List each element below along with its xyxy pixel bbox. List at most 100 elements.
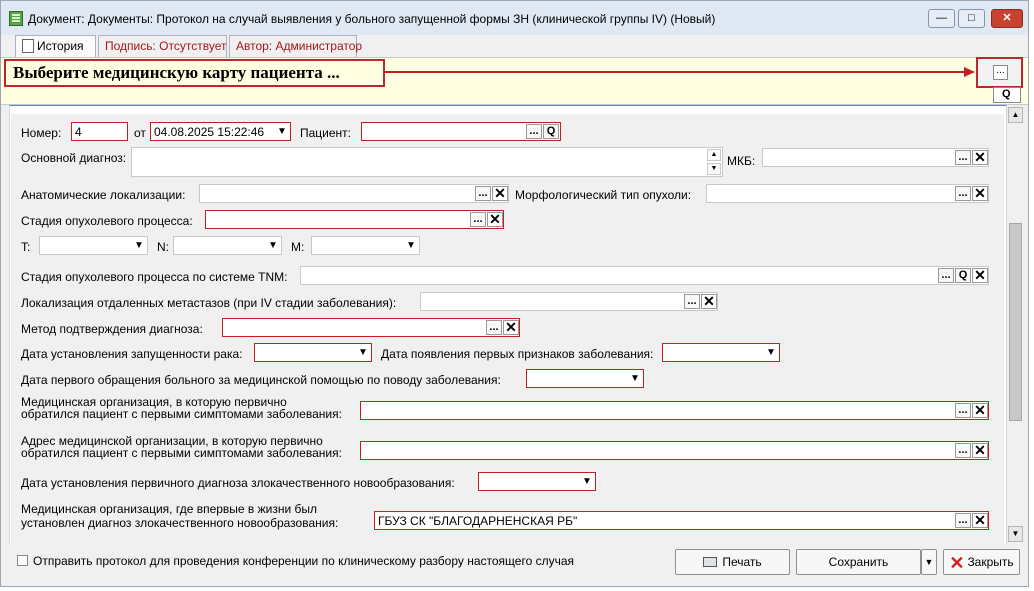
ellipsis-icon[interactable]: ... — [955, 186, 971, 201]
first-org-input[interactable]: ... ✕ — [360, 401, 989, 420]
m-select[interactable]: ▼ — [311, 236, 420, 255]
clear-icon[interactable]: ✕ — [503, 320, 519, 335]
patient-input[interactable]: ... Q — [361, 122, 561, 141]
n-select[interactable]: ▼ — [173, 236, 282, 255]
ellipsis-icon[interactable]: ... — [470, 212, 486, 227]
date-label: от — [134, 126, 146, 140]
dropdown-arrow-icon[interactable]: ▼ — [628, 371, 642, 386]
vertical-scrollbar[interactable]: ▲ ▼ — [1006, 105, 1023, 544]
clear-icon[interactable]: ✕ — [972, 150, 988, 165]
dropdown-arrow-icon[interactable]: ▼ — [580, 474, 594, 489]
diagnosis-org-label-line2: установлен диагноз злокачественного ново… — [21, 516, 339, 530]
printer-icon — [703, 556, 718, 567]
dropdown-arrow-icon[interactable]: ▼ — [356, 345, 370, 360]
date-input[interactable]: 04.08.2025 15:22:46 ▼ — [150, 122, 291, 141]
first-signs-date-input[interactable]: ▼ — [662, 343, 780, 362]
tab-history-label: История — [37, 39, 84, 53]
hint-arrow-head — [964, 67, 975, 77]
document-icon — [9, 11, 23, 26]
clear-icon[interactable]: ✕ — [972, 513, 988, 528]
ellipsis-icon[interactable]: ... — [486, 320, 502, 335]
first-signs-date-label: Дата появления первых признаков заболева… — [381, 347, 654, 361]
dropdown-arrow-icon[interactable]: ▼ — [404, 238, 418, 253]
mkb-label: МКБ: — [727, 154, 756, 168]
clear-icon[interactable]: ✕ — [487, 212, 503, 227]
clear-icon[interactable]: ✕ — [972, 186, 988, 201]
diagnosis-label: Основной диагноз: — [21, 151, 127, 165]
maximize-button[interactable]: □ — [958, 9, 985, 28]
tab-history[interactable]: История — [15, 35, 96, 57]
select-medical-card-prompt[interactable]: Выберите медицинскую карту пациента ... — [4, 59, 385, 87]
t-select[interactable]: ▼ — [39, 236, 148, 255]
window-title: Документ: Документы: Протокол на случай … — [28, 12, 716, 26]
conference-checkbox-label: Отправить протокол для проведения конфер… — [33, 554, 574, 568]
number-input[interactable]: 4 — [71, 122, 128, 141]
scroll-down-button[interactable]: ▼ — [1008, 526, 1023, 542]
card-search-button[interactable]: Q — [993, 87, 1021, 103]
history-icon — [22, 38, 34, 53]
neglect-date-label: Дата установления запущенности рака: — [21, 347, 243, 361]
close-button-label: Закрыть — [967, 555, 1014, 569]
metastases-input[interactable]: ... ✕ — [420, 292, 718, 311]
dropdown-arrow-icon: ▼ — [924, 557, 934, 567]
anatomical-label: Анатомические локализации: — [21, 188, 186, 202]
clear-icon[interactable]: ✕ — [972, 268, 988, 283]
method-input[interactable]: ... ✕ — [222, 318, 520, 337]
ellipsis-icon[interactable]: ... — [938, 268, 954, 283]
mkb-input[interactable]: ... ✕ — [762, 148, 989, 167]
ellipsis-icon[interactable]: ... — [955, 443, 971, 458]
clear-icon[interactable]: ✕ — [701, 294, 717, 309]
author-label: Автор: Администратор — [236, 39, 363, 53]
t-label: T: — [21, 240, 31, 254]
neglect-date-input[interactable]: ▼ — [254, 343, 372, 362]
minimize-button[interactable]: — — [928, 9, 955, 28]
first-org-address-label-line2: обратился пациент с первыми симптомами з… — [21, 446, 342, 460]
tnm-stage-label: Стадия опухолевого процесса по системе T… — [21, 270, 288, 284]
number-value: 4 — [75, 125, 82, 139]
stage-input[interactable]: ... ✕ — [205, 210, 504, 229]
metastases-label: Локализация отдаленных метастазов (при I… — [21, 296, 397, 310]
form-panel: Номер: 4 от 04.08.2025 15:22:46 ▼ Пациент… — [11, 114, 1004, 544]
n-label: N: — [157, 240, 169, 254]
tab-author[interactable]: Автор: Администратор — [229, 35, 362, 57]
conference-checkbox[interactable] — [17, 555, 28, 566]
ellipsis-icon[interactable]: ... — [955, 403, 971, 418]
scroll-down-icon[interactable]: ▼ — [707, 163, 721, 175]
primary-diagnosis-date-input[interactable]: ▼ — [478, 472, 596, 491]
dropdown-arrow-icon[interactable]: ▼ — [132, 238, 146, 253]
first-visit-date-input[interactable]: ▼ — [526, 369, 644, 388]
ellipsis-icon[interactable]: ... — [955, 150, 971, 165]
clear-icon[interactable]: ✕ — [492, 186, 508, 201]
morphology-input[interactable]: ... ✕ — [706, 184, 989, 203]
tnm-stage-input[interactable]: ... Q ✕ — [300, 266, 989, 285]
first-org-address-input[interactable]: ... ✕ — [360, 441, 989, 460]
dropdown-arrow-icon[interactable]: ▼ — [275, 124, 289, 139]
ellipsis-icon[interactable]: ... — [955, 513, 971, 528]
clear-icon[interactable]: ✕ — [972, 443, 988, 458]
close-window-button[interactable]: ✕ — [991, 9, 1023, 28]
clear-icon[interactable]: ✕ — [972, 403, 988, 418]
scroll-up-icon[interactable]: ▲ — [707, 149, 721, 161]
scroll-up-button[interactable]: ▲ — [1008, 107, 1023, 123]
first-org-label-line2: обратился пациент с первыми симптомами з… — [21, 407, 342, 421]
scrollbar-thumb[interactable] — [1009, 223, 1022, 421]
first-visit-date-label: Дата первого обращения больного за медиц… — [21, 373, 501, 387]
ellipsis-icon[interactable]: ... — [684, 294, 700, 309]
dropdown-arrow-icon[interactable]: ▼ — [266, 238, 280, 253]
dropdown-arrow-icon[interactable]: ▼ — [764, 345, 778, 360]
anatomical-input[interactable]: ... ✕ — [199, 184, 509, 203]
patient-label: Пациент: — [300, 126, 352, 140]
ellipsis-icon[interactable]: ... — [475, 186, 491, 201]
search-icon[interactable]: Q — [543, 124, 559, 139]
diagnosis-textarea[interactable]: ▲ ▼ — [131, 147, 723, 177]
method-label: Метод подтверждения диагноза: — [21, 322, 203, 336]
print-button[interactable]: Печать — [675, 549, 790, 575]
search-icon[interactable]: Q — [955, 268, 971, 283]
save-button[interactable]: Сохранить — [796, 549, 921, 575]
diagnosis-org-input[interactable]: ГБУЗ СК "БЛАГОДАРНЕНСКАЯ РБ"... ✕ — [374, 511, 989, 530]
ellipsis-icon[interactable]: ... — [526, 124, 542, 139]
choose-card-button[interactable]: ... — [976, 57, 1023, 88]
close-button[interactable]: ✕ Закрыть — [943, 549, 1020, 575]
save-options-dropdown[interactable]: ▼ — [921, 549, 937, 575]
tab-signature[interactable]: Подпись: Отсутствует — [98, 35, 227, 57]
